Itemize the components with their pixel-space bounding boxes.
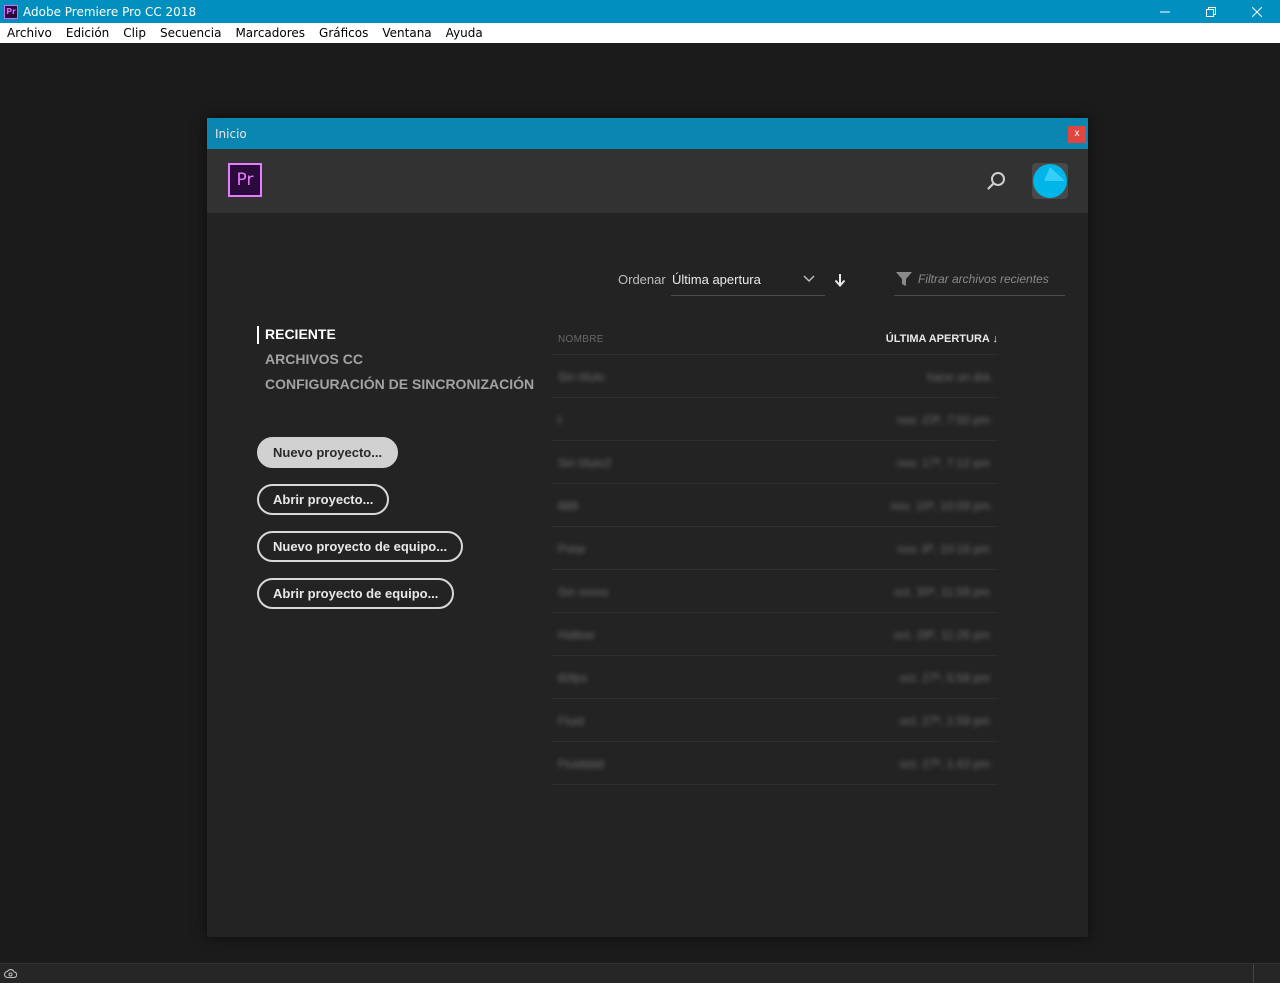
table-row[interactable]: Hallow oct. 28ª, 11:26 pm — [552, 613, 998, 656]
minimize-button[interactable] — [1142, 0, 1188, 23]
restore-icon — [1206, 6, 1216, 17]
file-name: Sin título — [558, 370, 605, 384]
file-name: Hallow — [558, 628, 595, 642]
file-name: Fluidddd — [558, 757, 605, 771]
table-row[interactable]: t nov. 23ª, 7:50 pm — [552, 398, 998, 441]
menu-archivo[interactable]: Archivo — [0, 26, 59, 40]
file-date: oct. 27ª, 5:58 pm — [899, 671, 991, 685]
dialog-close-button[interactable]: x — [1068, 126, 1086, 143]
sort-label: Ordenar — [618, 272, 666, 287]
nav-item-reciente[interactable]: RECIENTE — [257, 325, 534, 350]
file-date: nov. 17ª, 7:12 pm — [897, 456, 990, 470]
file-date: nov. 8ª, 10:18 pm — [897, 542, 990, 556]
premiere-logo: Pr — [228, 163, 262, 197]
menu-marcadores[interactable]: Marcadores — [228, 26, 312, 40]
menu-edicion[interactable]: Edición — [59, 26, 116, 40]
user-avatar[interactable] — [1032, 163, 1068, 199]
column-header-name[interactable]: NOMBRE — [558, 334, 604, 345]
title-bar: Pr Adobe Premiere Pro CC 2018 — [0, 0, 1280, 23]
table-row[interactable]: 888 nov. 10ª, 10:09 pm — [552, 484, 998, 527]
table-row[interactable]: Sin título hace un día — [552, 355, 998, 398]
new-team-project-button[interactable]: Nuevo proyecto de equipo... — [257, 531, 464, 562]
dialog-title-bar: Inicio x — [207, 118, 1088, 149]
column-header-last-opened[interactable]: ÚLTIMA APERTURA ↓ — [886, 333, 998, 345]
file-date: oct. 27ª, 1:59 pm — [899, 714, 991, 728]
file-date: nov. 10ª, 10:09 pm — [890, 499, 990, 513]
nav-item-configuracion-sincronizacion[interactable]: CONFIGURACIÓN DE SINCRONIZACIÓN — [257, 375, 534, 400]
open-team-project-button[interactable]: Abrir proyecto de equipo... — [257, 578, 455, 609]
file-date: nov. 23ª, 7:50 pm — [897, 413, 990, 427]
recent-files-table: NOMBRE ÚLTIMA APERTURA ↓ Sin título hace … — [552, 325, 998, 785]
sort-value: Última apertura — [672, 272, 761, 287]
filter-field — [894, 264, 1065, 296]
file-name: t — [558, 413, 562, 427]
start-dialog: Inicio x Pr Ordenar Última apertura Filt… — [207, 118, 1088, 937]
file-name: Polar — [558, 542, 587, 556]
search-icon[interactable] — [987, 171, 1007, 191]
menu-clip[interactable]: Clip — [116, 26, 153, 40]
table-row[interactable]: Fluidddd oct. 27ª, 1:43 pm — [552, 742, 998, 785]
table-row[interactable]: Fluid oct. 27ª, 1:59 pm — [552, 699, 998, 742]
table-header: NOMBRE ÚLTIMA APERTURA ↓ — [552, 325, 998, 355]
menu-secuencia[interactable]: Secuencia — [153, 26, 228, 40]
close-window-button[interactable] — [1234, 0, 1280, 23]
premiere-app-icon: Pr — [4, 4, 18, 19]
file-date: oct. 27ª, 1:43 pm — [899, 757, 991, 771]
file-name: Sin xxxxx — [558, 585, 609, 599]
file-name: 888 — [558, 499, 579, 513]
table-row[interactable]: Sin xxxxx oct. 30ª, 11:58 pm — [552, 570, 998, 613]
close-icon — [1252, 6, 1262, 17]
menu-bar: Archivo Edición Clip Secuencia Marcadore… — [0, 23, 1280, 43]
menu-ayuda[interactable]: Ayuda — [439, 26, 490, 40]
minimize-icon — [1160, 11, 1170, 12]
table-row[interactable]: Sin título2 nov. 17ª, 7:12 pm — [552, 441, 998, 484]
file-date: oct. 30ª, 11:58 pm — [893, 585, 990, 599]
dialog-title: Inicio — [215, 126, 247, 141]
status-bar — [0, 963, 1280, 983]
restore-button[interactable] — [1188, 0, 1234, 23]
menu-ventana[interactable]: Ventana — [375, 26, 438, 40]
filter-funnel-icon — [896, 272, 912, 286]
creative-cloud-icon[interactable] — [4, 968, 17, 979]
status-divider — [1253, 964, 1254, 983]
window-title: Adobe Premiere Pro CC 2018 — [23, 4, 197, 19]
nav-item-archivos-cc[interactable]: ARCHIVOS CC — [257, 350, 534, 375]
avatar-shape-icon — [1044, 167, 1065, 181]
open-project-button[interactable]: Abrir proyecto... — [257, 484, 390, 515]
filter-input[interactable] — [918, 272, 1063, 286]
chevron-down-icon — [803, 275, 815, 283]
dialog-header: Pr — [207, 149, 1088, 213]
left-nav: RECIENTE ARCHIVOS CC CONFIGURACIÓN DE SI… — [257, 325, 534, 400]
file-date: hace un día — [927, 370, 990, 384]
new-project-button[interactable]: Nuevo proyecto... — [257, 437, 399, 468]
sort-dropdown[interactable]: Última apertura — [671, 264, 825, 296]
table-row[interactable]: Polar nov. 8ª, 10:18 pm — [552, 527, 998, 570]
file-name: Fluid — [558, 714, 585, 728]
sort-direction-arrow-icon[interactable] — [834, 273, 846, 287]
table-row[interactable]: 60fps oct. 27ª, 5:58 pm — [552, 656, 998, 699]
menu-graficos[interactable]: Gráficos — [312, 26, 375, 40]
file-name: 60fps — [558, 671, 588, 685]
file-name: Sin título2 — [558, 456, 612, 470]
file-date: oct. 28ª, 11:26 pm — [893, 628, 990, 642]
